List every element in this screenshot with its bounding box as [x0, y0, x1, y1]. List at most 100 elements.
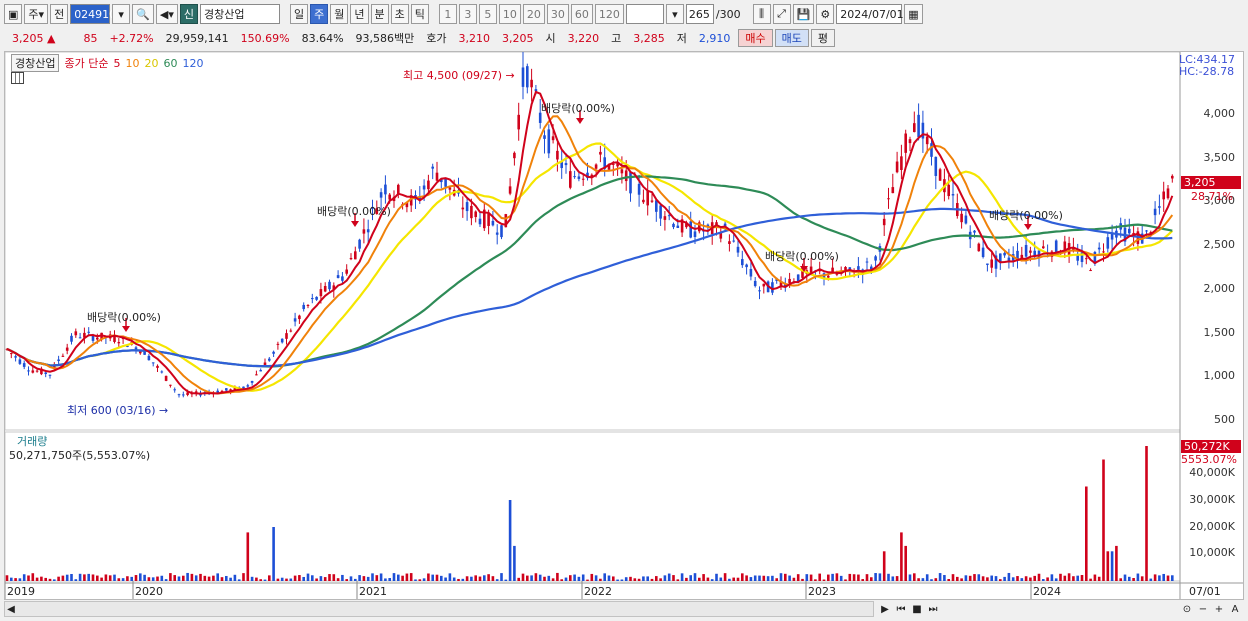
settings-gear-icon[interactable]: ⚙ [816, 4, 835, 24]
chart-scrollbar[interactable] [4, 601, 874, 617]
interval-custom-input[interactable] [625, 4, 664, 24]
window-menu-icon[interactable]: ▣ [4, 4, 23, 24]
candle-body [319, 289, 323, 297]
chart-panel[interactable]: 경창산업 종가 단순 5 10 20 60 120 LC:434.17 HC:-… [4, 51, 1244, 600]
first-page-icon[interactable]: ⏮ [894, 601, 908, 617]
high-price: 3,285 [633, 31, 665, 45]
stock-name-field[interactable]: 경창산업 [200, 4, 280, 24]
candle-body [917, 114, 920, 138]
date-input[interactable]: 2024/07/01 [836, 4, 904, 24]
candle-body [151, 362, 155, 364]
volume-bar [788, 575, 791, 581]
candle-body [156, 365, 159, 368]
volume-bar [65, 574, 69, 581]
buy-button[interactable]: 매수 [738, 29, 773, 47]
volume-bar [1093, 574, 1097, 581]
candle-body [70, 335, 73, 342]
volume-bar [190, 573, 194, 581]
volume-bar [723, 573, 727, 581]
interval-1-button[interactable]: 1 [438, 4, 457, 24]
x-label-last-date: 07/01 [1189, 585, 1221, 598]
sell-button[interactable]: 매도 [774, 29, 809, 47]
volume-bar [465, 576, 469, 581]
auto-scale-icon[interactable]: A [1228, 601, 1242, 617]
volume-bar [1050, 574, 1054, 581]
interval-120-button[interactable]: 120 [594, 4, 624, 24]
candle-icon[interactable]: ⫼ [752, 4, 771, 24]
search-icon[interactable]: 🔍 [132, 4, 154, 24]
volume-bar [293, 575, 297, 581]
ma120-line [6, 207, 1173, 368]
zoom-reset-icon[interactable]: ⊙ [1180, 601, 1194, 617]
volume-bar [272, 527, 275, 581]
last-page-icon[interactable]: ⏭ [926, 601, 940, 617]
stock-code-input[interactable]: 024910 [70, 4, 116, 24]
x-label-2020: 2020 [135, 585, 163, 598]
volume-bar [1166, 575, 1170, 581]
speaker-icon[interactable]: ◀▾ [155, 4, 178, 24]
candle-body [173, 389, 176, 391]
volume-bar [48, 578, 52, 581]
volume-bar [951, 574, 955, 581]
period-day-button[interactable]: 일 [290, 4, 309, 24]
volume-bar [1132, 578, 1135, 581]
legend-ma60: 60 [163, 56, 178, 70]
volume-bar [87, 573, 90, 581]
zoom-in-icon[interactable]: + [1212, 601, 1226, 617]
candle-body [693, 231, 697, 237]
interval-10-button[interactable]: 10 [498, 4, 521, 24]
interval-60-button[interactable]: 60 [570, 4, 593, 24]
interval-5-button[interactable]: 5 [478, 4, 497, 24]
candle-body [1054, 240, 1058, 252]
period-year-button[interactable]: 년 [350, 4, 369, 24]
interval-20-button[interactable]: 20 [522, 4, 545, 24]
candle-body [667, 215, 671, 217]
volume-bar [40, 576, 43, 581]
calendar-icon[interactable]: ▦ [904, 4, 923, 24]
candle-body [827, 275, 830, 278]
candle-body [1153, 208, 1157, 216]
candle-body [1171, 175, 1174, 179]
scroll-right-icon[interactable]: ▶ [878, 601, 892, 617]
interval-dropdown-icon[interactable]: ▾ [665, 4, 684, 24]
legend-stock-name[interactable]: 경창산업 [11, 54, 60, 72]
volume-bar [452, 577, 456, 581]
period-tick-button[interactable]: 틱 [410, 4, 429, 24]
code-dropdown-icon[interactable]: ▾ [112, 4, 131, 24]
period-second-button[interactable]: 초 [390, 4, 409, 24]
volume-bar [35, 577, 39, 581]
turnover-rate: 83.64% [301, 31, 344, 45]
volume-current-tag: 50,272K [1181, 440, 1241, 453]
period-minute-button[interactable]: 분 [370, 4, 389, 24]
current-price-pct: 28.71% [1191, 190, 1233, 203]
volume-bar [164, 579, 168, 581]
volume-bar [1110, 551, 1114, 581]
save-icon[interactable]: 💾 [792, 4, 815, 24]
eval-button[interactable]: 평 [810, 29, 836, 47]
candle-body [676, 225, 680, 228]
zoom-out-icon[interactable]: − [1196, 601, 1210, 617]
interval-30-button[interactable]: 30 [546, 4, 569, 24]
candle-body [736, 246, 740, 253]
volume-bar [947, 578, 950, 581]
stop-icon[interactable]: ■ [910, 601, 924, 617]
period-month-button[interactable]: 월 [330, 4, 349, 24]
volume-bar [250, 576, 254, 581]
volume-bar [513, 545, 516, 581]
candle-body [1106, 237, 1110, 249]
drawing-tool-icon[interactable]: ⤢ [772, 4, 791, 24]
volume-bar [556, 572, 559, 581]
scroll-left-icon[interactable]: ◀ [4, 601, 18, 617]
volume-bar [1046, 577, 1049, 581]
vol-tick-40000k: 40,000K [1189, 466, 1235, 479]
candle-body [599, 151, 602, 155]
market2-select[interactable]: 전 [50, 4, 69, 24]
interval-3-button[interactable]: 3 [458, 4, 477, 24]
volume-bar [487, 574, 490, 581]
price-chart[interactable] [5, 52, 1243, 599]
data-grid-icon[interactable] [11, 72, 24, 84]
current-price: 3,205 ▲ [6, 32, 61, 45]
count-input[interactable]: 265 [685, 4, 714, 24]
market-select[interactable]: 주 ▾ [24, 4, 49, 24]
period-week-button[interactable]: 주 [310, 4, 329, 24]
